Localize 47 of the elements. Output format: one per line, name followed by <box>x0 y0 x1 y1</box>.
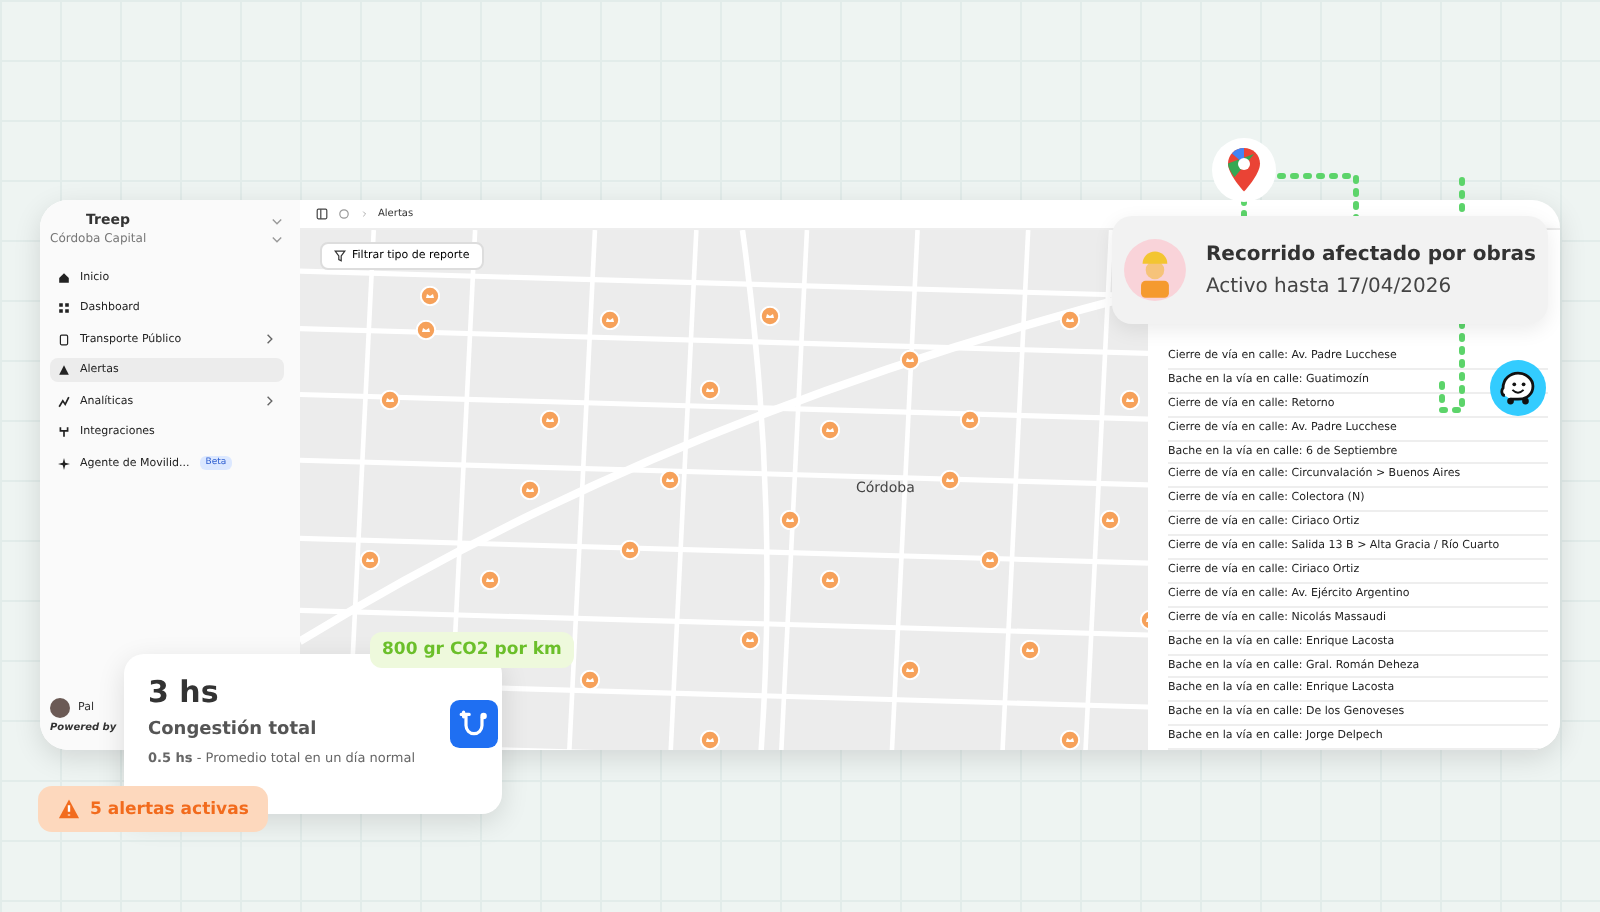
grid-icon <box>58 302 70 314</box>
alert-pin-icon[interactable] <box>960 410 980 430</box>
alerts-text: 5 alertas activas <box>90 799 249 819</box>
alert-pin-icon[interactable] <box>1060 730 1080 750</box>
alert-pin-icon[interactable] <box>820 570 840 590</box>
alert-pin-icon[interactable] <box>600 310 620 330</box>
alert-pin-icon[interactable] <box>520 480 540 500</box>
alert-pin-icon[interactable] <box>360 550 380 570</box>
alert-pin-icon[interactable] <box>416 320 436 340</box>
alert-pin-icon[interactable] <box>540 410 560 430</box>
alert-pin-icon[interactable] <box>620 540 640 560</box>
alert-pin-icon[interactable] <box>780 510 800 530</box>
sidebar-toggle-icon[interactable] <box>316 208 328 220</box>
alert-pin-icon[interactable] <box>900 350 920 370</box>
alert-pin-icon[interactable] <box>1100 510 1120 530</box>
alert-pin-icon[interactable] <box>420 286 440 306</box>
warning-icon <box>58 798 80 820</box>
bus-icon <box>58 333 70 345</box>
alert-pin-icon[interactable] <box>820 420 840 440</box>
alert-pin-icon[interactable] <box>940 470 960 490</box>
chart-icon <box>58 395 70 407</box>
alert-pin-icon[interactable] <box>380 390 400 410</box>
alert-pin-icon[interactable] <box>700 730 720 750</box>
alert-pin-icon[interactable] <box>480 570 500 590</box>
alert-pin-icon[interactable] <box>660 470 680 490</box>
smiley-logo-icon <box>1490 360 1546 416</box>
alert-pin-icon[interactable] <box>980 550 1000 570</box>
congestion-value: 3 hs <box>148 674 221 710</box>
alert-pin-icon[interactable] <box>1060 310 1080 330</box>
alert-pin-icon[interactable] <box>580 670 600 690</box>
emission-badge: 800 gr CO2 por km <box>370 632 574 668</box>
filter-icon <box>334 250 346 262</box>
avatar[interactable] <box>50 698 70 719</box>
alert-pin-icon[interactable] <box>700 380 720 400</box>
alert-pin-icon[interactable] <box>900 660 920 680</box>
warning-icon <box>58 364 70 376</box>
card-subtitle: Activo hasta 17/04/2026 <box>1205 275 1454 297</box>
house-icon <box>58 272 70 284</box>
globe-icon[interactable] <box>338 208 350 220</box>
alert-pin-icon[interactable] <box>1120 390 1140 410</box>
chevron-icon <box>360 208 368 220</box>
connector-icon <box>58 426 70 438</box>
alert-pin-icon[interactable] <box>740 630 760 650</box>
card-title: Recorrido afectado por obras <box>1205 243 1536 265</box>
sparkle-icon <box>58 457 70 469</box>
alert-pin-icon[interactable] <box>760 306 780 326</box>
alert-pin-icon[interactable] <box>1020 640 1040 660</box>
